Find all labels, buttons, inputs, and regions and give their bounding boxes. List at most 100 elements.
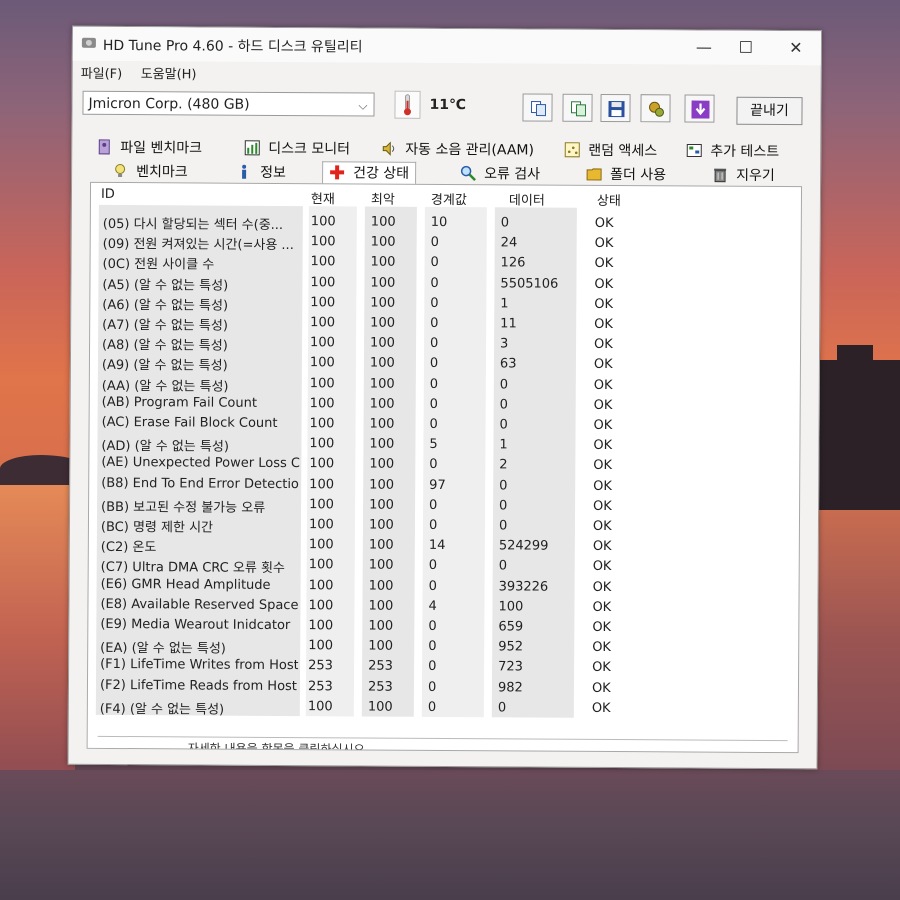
status-text: 자세한 내용을 항목을 클릭하십시오 [187,741,365,754]
table-body: (05) 다시 할당되는 섹터 수(중... 100 100 10 0 OK (09) 전원… [91,183,801,717]
threshold-value: 0 [429,457,438,473]
copy-screenshot-button[interactable] [562,93,593,122]
extra-tests-icon [686,143,702,158]
download-arrow-icon [691,100,710,119]
header-worst[interactable]: 최악 [371,189,395,208]
worst-value: 100 [369,456,395,473]
table-row[interactable]: (C2) 온도 100 100 14 524299 OK [91,183,801,555]
table-row[interactable]: (AE) Unexpected Power Loss Co... 100 100 0 2… [91,183,801,473]
drive-select[interactable]: Jmicron Corp. (480 GB) ⌵ [82,90,375,117]
current-value: 100 [308,597,334,614]
table-row[interactable]: (F1) LifeTime Writes from Host 253 253 0 723… [91,183,801,675]
table-row[interactable]: (A7) (알 수 없는 특성) 100 100 0 11 OK [91,183,801,333]
tab-label: 정보 [260,164,286,182]
threshold-value: 0 [429,416,438,432]
raw-data-value: 1 [500,296,509,312]
table-row[interactable]: (AA) (알 수 없는 특성) 100 100 0 0 OK [91,183,801,395]
status-value: OK [592,518,612,535]
current-value: 100 [307,698,333,715]
threshold-value: 0 [430,235,440,251]
header-data[interactable]: 데이터 [509,189,545,208]
tab-disk-monitor[interactable]: 디스크 모니터 [244,138,350,161]
attribute-id: (C7) Ultra DMA CRC 오류 횟수 [100,560,285,577]
table-row[interactable]: (A8) (알 수 없는 특성) 100 100 0 3 OK [91,183,801,353]
app-disk-icon [81,37,96,48]
table-row[interactable]: (F4) (알 수 없는 특성) 100 100 0 0 OK [91,183,801,717]
drive-select-value: Jmicron Corp. (480 GB) [88,95,250,113]
file-benchmark-icon [98,139,110,155]
tab-benchmark[interactable]: 벤치마크 [112,161,188,183]
maximize-button[interactable]: ☐ [731,37,761,59]
table-row[interactable]: (AB) Program Fail Count 100 100 0 0 OK [91,183,801,413]
tab-erase[interactable]: 지우기 [712,165,775,187]
threshold-value: 0 [428,659,437,675]
table-row[interactable]: (09) 전원 켜져있는 시간(=사용 ... 100 100 0 24 OK [91,183,801,253]
header-id[interactable]: ID [101,187,115,202]
table-row[interactable]: (E8) Available Reserved Space 100 100 4 100 O… [91,183,801,615]
status-value: OK [594,316,614,333]
status-value: OK [593,458,613,474]
options-button[interactable] [640,94,671,123]
table-row[interactable]: (C7) Ultra DMA CRC 오류 횟수 100 100 0 0 OK [91,183,801,577]
table-row[interactable]: (A6) (알 수 없는 특성) 100 100 0 1 OK [91,183,801,313]
header-status[interactable]: 상태 [597,190,621,209]
tab-folder-usage[interactable]: 폴더 사용 [586,164,666,186]
raw-data-value: 1 [499,437,508,453]
worst-value: 100 [370,214,396,230]
threshold-value: 0 [430,275,439,291]
status-value: OK [593,357,613,373]
tab-label: 벤치마크 [136,164,188,181]
header-current[interactable]: 현재 [311,188,335,207]
tab-label: 지우기 [736,167,775,185]
raw-data-value: 0 [499,397,509,413]
download-button[interactable] [684,94,715,123]
current-value: 100 [309,436,335,452]
smart-attribute-table[interactable]: ID 현재 최악 경계값 데이터 상태 (05) 다시 할당되는 섹터 수(중.… [86,181,803,754]
table-row[interactable]: (F2) LifeTime Reads from Host 253 253 0 982 O… [91,183,801,695]
table-row[interactable]: (05) 다시 할당되는 섹터 수(중... 100 100 10 0 OK [91,183,801,233]
save-button[interactable] [600,93,631,123]
worst-value: 100 [370,335,395,351]
table-row[interactable]: (0C) 전원 사이클 수 100 100 0 126 OK [91,183,801,273]
table-row[interactable]: (E9) Media Wearout Inidcator 100 100 0 659 OK [91,183,801,635]
title-bar[interactable]: HD Tune Pro 4.60 - 하드 디스크 유틸리티 — ☐ ✕ [72,26,821,66]
status-value: OK [593,478,613,494]
tab-info[interactable]: 정보 [236,162,286,184]
tab-aam[interactable]: 자동 소음 관리(AAM) [381,139,534,162]
threshold-value: 0 [427,699,437,715]
status-value: OK [592,559,612,575]
table-row[interactable]: (B8) End To End Error Detection... 100 100… [91,183,801,493]
current-value: 100 [309,496,334,513]
table-row[interactable]: (A9) (알 수 없는 특성) 100 100 0 63 OK [91,183,801,374]
attribute-id: (AD) (알 수 없는 특성) [101,439,229,455]
current-value: 100 [310,254,336,270]
table-row[interactable]: (EA) (알 수 없는 특성) 100 100 0 952 OK [91,183,801,656]
table-row[interactable]: (E6) GMR Head Amplitude 100 100 0 393226 OK [91,183,801,594]
copy-text-button[interactable] [522,93,553,122]
menu-file[interactable]: 파일(F) [81,63,123,82]
table-row[interactable]: (A5) (알 수 없는 특성) 100 100 0 5505106 OK [91,183,801,293]
menu-help[interactable]: 도움말(H) [141,63,197,82]
threshold-value: 0 [429,376,439,392]
status-value: OK [594,256,614,272]
exit-button[interactable]: 끝내기 [736,96,803,126]
threshold-value: 97 [429,477,446,493]
table-row[interactable]: (BB) 보고된 수정 불가능 오류 100 100 0 0 OK [91,183,801,516]
gears-icon [649,101,664,117]
threshold-value: 0 [428,578,437,594]
tab-extra-tests[interactable]: 추가 테스트 [686,140,779,163]
threshold-value: 0 [427,679,437,695]
header-threshold[interactable]: 경계값 [431,189,467,208]
close-button[interactable]: ✕ [781,37,811,59]
table-row[interactable]: (AD) (알 수 없는 특성) 100 100 5 1 OK [91,183,801,455]
threshold-value: 4 [428,598,437,614]
magnifier-icon [460,165,476,182]
worst-value: 100 [369,396,395,412]
tab-error-scan[interactable]: 오류 검사 [460,163,540,185]
status-value: OK [592,539,612,555]
tab-file-benchmark[interactable]: 파일 벤치마크 [96,137,202,160]
minimize-button[interactable]: — [689,36,719,58]
tab-random-access[interactable]: 랜덤 액세스 [564,140,657,163]
table-row[interactable]: (AC) Erase Fail Block Count 100 100 0 0 OK [91,183,801,433]
table-row[interactable]: (BC) 명령 제한 시간 100 100 0 0 OK [91,183,801,535]
